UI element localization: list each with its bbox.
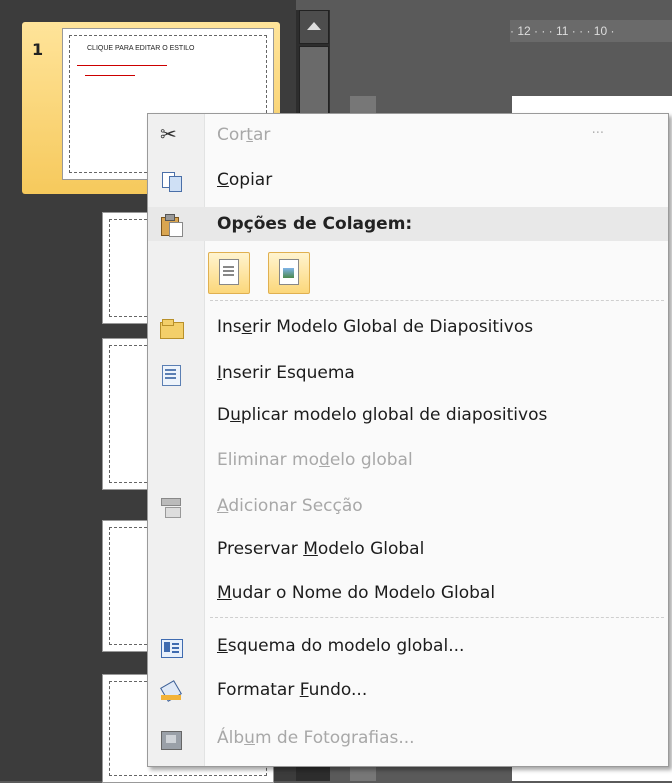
menu-item-photo-album[interactable]: Álbum de Fotografias... (148, 719, 668, 759)
paste-text-icon (219, 259, 239, 285)
menu-separator (210, 617, 664, 618)
menu-item-cut[interactable]: Cortar ··· (148, 116, 668, 156)
menu-item-label: Esquema do modelo global... (217, 636, 465, 656)
menu-item-label: Mudar o Nome do Modelo Global (217, 583, 496, 603)
menu-item-preserve-master[interactable]: Preservar Modelo Global (148, 530, 668, 570)
menu-item-delete-master[interactable]: Eliminar modelo global (148, 441, 668, 481)
master-layout-icon (160, 637, 183, 658)
menu-item-rename-master[interactable]: Mudar o Nome do Modelo Global (148, 574, 668, 614)
menu-item-format-background[interactable]: Formatar Fundo... (148, 671, 668, 711)
red-text-line (77, 65, 167, 66)
section-icon (160, 497, 182, 518)
menu-item-label: Álbum de Fotografias... (217, 728, 415, 748)
menu-item-label: Copiar (217, 170, 273, 190)
paste-options-label: Opções de Colagem: (217, 214, 413, 234)
menu-item-insert-layout[interactable]: Inserir Esquema (148, 354, 668, 394)
paste-options-header: Opções de Colagem: (148, 207, 668, 241)
menu-item-label: Cortar (217, 125, 271, 145)
horizontal-ruler: · 12 · · · 11 · · · 10 · (510, 20, 672, 42)
paste-keep-text-button[interactable] (208, 252, 250, 294)
menu-item-add-section[interactable]: Adicionar Secção (148, 487, 668, 527)
menu-item-label: Preservar Modelo Global (217, 539, 425, 559)
shortcut-text: ··· (591, 126, 604, 141)
format-background-icon (160, 680, 182, 702)
red-text-line (85, 75, 135, 76)
menu-item-label: Adicionar Secção (217, 496, 363, 516)
paste-picture-icon (279, 259, 299, 285)
menu-item-insert-slide-master[interactable]: Inserir Modelo Global de Diapositivos (148, 308, 668, 348)
menu-item-duplicate-master[interactable]: Duplicar modelo global de diapositivos (148, 396, 668, 436)
slide-number: 1 (32, 40, 44, 59)
menu-item-label: Duplicar modelo global de diapositivos (217, 405, 548, 425)
paste-icon (160, 214, 183, 237)
menu-separator (210, 300, 664, 301)
menu-item-label: Formatar Fundo... (217, 680, 368, 700)
menu-item-label: Inserir Esquema (217, 363, 355, 383)
menu-item-copy[interactable]: Copiar (148, 161, 668, 201)
paste-picture-button[interactable] (268, 252, 310, 294)
menu-item-label: Inserir Modelo Global de Diapositivos (217, 317, 534, 337)
scissors-icon (160, 122, 182, 146)
menu-item-label: Eliminar modelo global (217, 450, 413, 470)
insert-layout-icon (160, 364, 182, 386)
photo-album-icon (160, 729, 182, 750)
copy-icon (160, 171, 182, 192)
menu-item-master-layout[interactable]: Esquema do modelo global... (148, 627, 668, 667)
scroll-up-button[interactable] (299, 10, 329, 44)
slide-master-title: CLIQUE PARA EDITAR O ESTILO (87, 45, 195, 52)
context-menu: Cortar ··· Copiar Opções de Colagem: Ins… (147, 113, 669, 767)
insert-master-icon (160, 318, 184, 339)
